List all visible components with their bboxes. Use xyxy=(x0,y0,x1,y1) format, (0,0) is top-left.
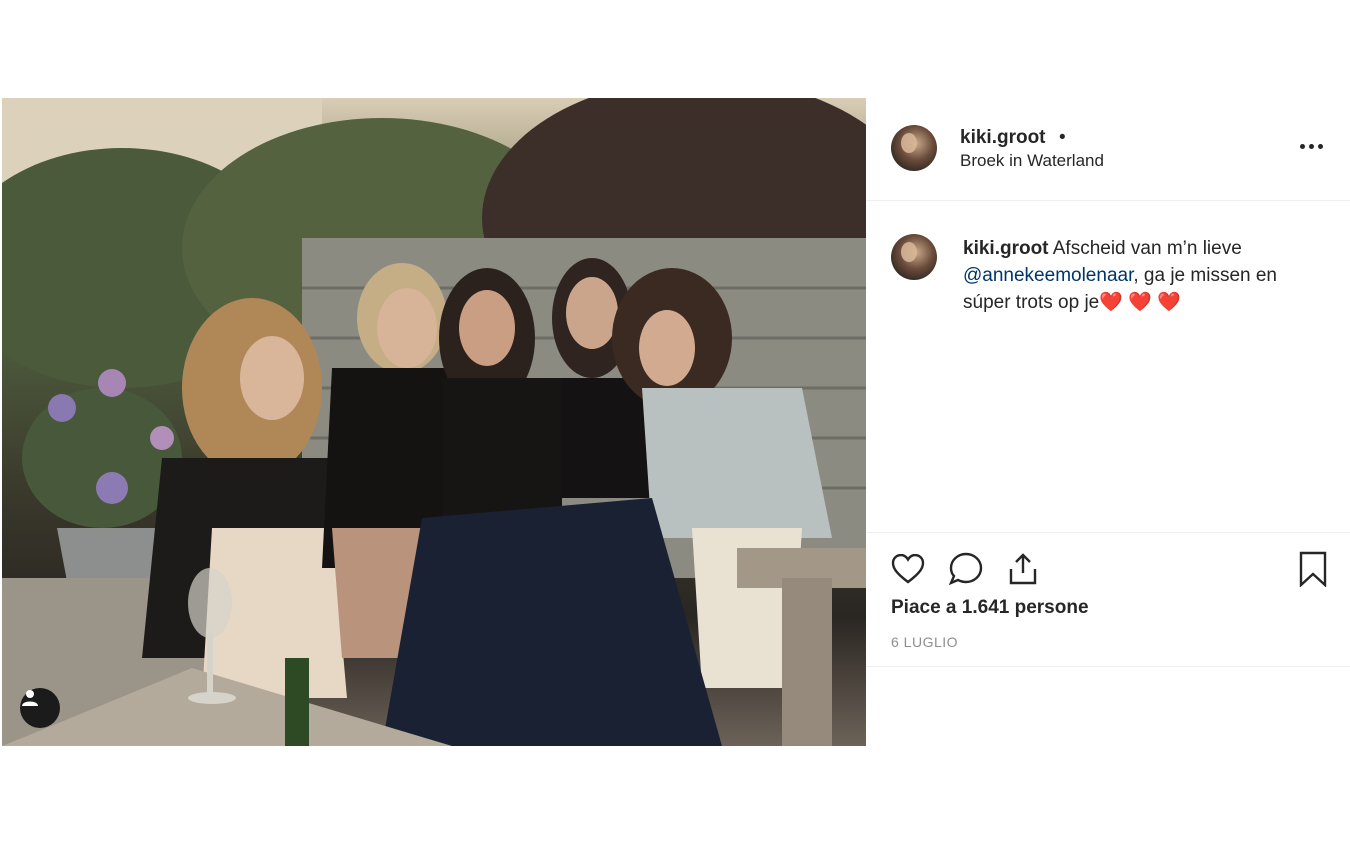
actions-section: Piace a 1.641 persone 6 LUGLIO xyxy=(866,532,1350,667)
location-link[interactable]: Broek in Waterland xyxy=(960,151,1104,171)
header-separator: • xyxy=(1059,127,1066,148)
more-options-icon xyxy=(1300,143,1305,149)
caption-text: kiki.groot Afscheid van m’n lieve @annek… xyxy=(963,235,1323,316)
caption-body-1: Afscheid van m’n lieve xyxy=(1052,238,1242,259)
caption-username[interactable]: kiki.groot xyxy=(963,238,1049,259)
save-button[interactable] xyxy=(1294,550,1332,588)
likes-count[interactable]: Piace a 1.641 persone xyxy=(891,597,1089,619)
comment-icon xyxy=(949,552,983,586)
like-button[interactable] xyxy=(889,550,927,588)
heart-icon xyxy=(891,554,925,584)
tagged-users-button[interactable] xyxy=(20,688,60,728)
share-icon xyxy=(1009,553,1037,585)
post-date[interactable]: 6 LUGLIO xyxy=(891,634,958,650)
divider xyxy=(866,666,1350,667)
post-photo[interactable] xyxy=(2,98,866,746)
share-button[interactable] xyxy=(1004,550,1042,588)
post-header: kiki.groot • Broek in Waterland xyxy=(866,98,1350,201)
post-sidebar: kiki.groot • Broek in Waterland kiki.gro… xyxy=(866,98,1350,746)
avatar[interactable] xyxy=(891,125,937,171)
user-tag-icon xyxy=(22,690,38,706)
header-username[interactable]: kiki.groot xyxy=(960,127,1046,149)
heart-emojis: ❤️ ❤️ ❤️ xyxy=(1099,292,1181,313)
more-options-button[interactable] xyxy=(1300,136,1330,156)
mention-link[interactable]: @annekeemolenaar xyxy=(963,265,1133,286)
avatar[interactable] xyxy=(891,234,937,280)
instagram-post: kiki.groot • Broek in Waterland kiki.gro… xyxy=(0,98,1350,746)
caption-section: kiki.groot Afscheid van m’n lieve @annek… xyxy=(866,201,1350,531)
comment-button[interactable] xyxy=(947,550,985,588)
bookmark-icon xyxy=(1299,551,1327,587)
photo-illustration xyxy=(2,98,866,746)
